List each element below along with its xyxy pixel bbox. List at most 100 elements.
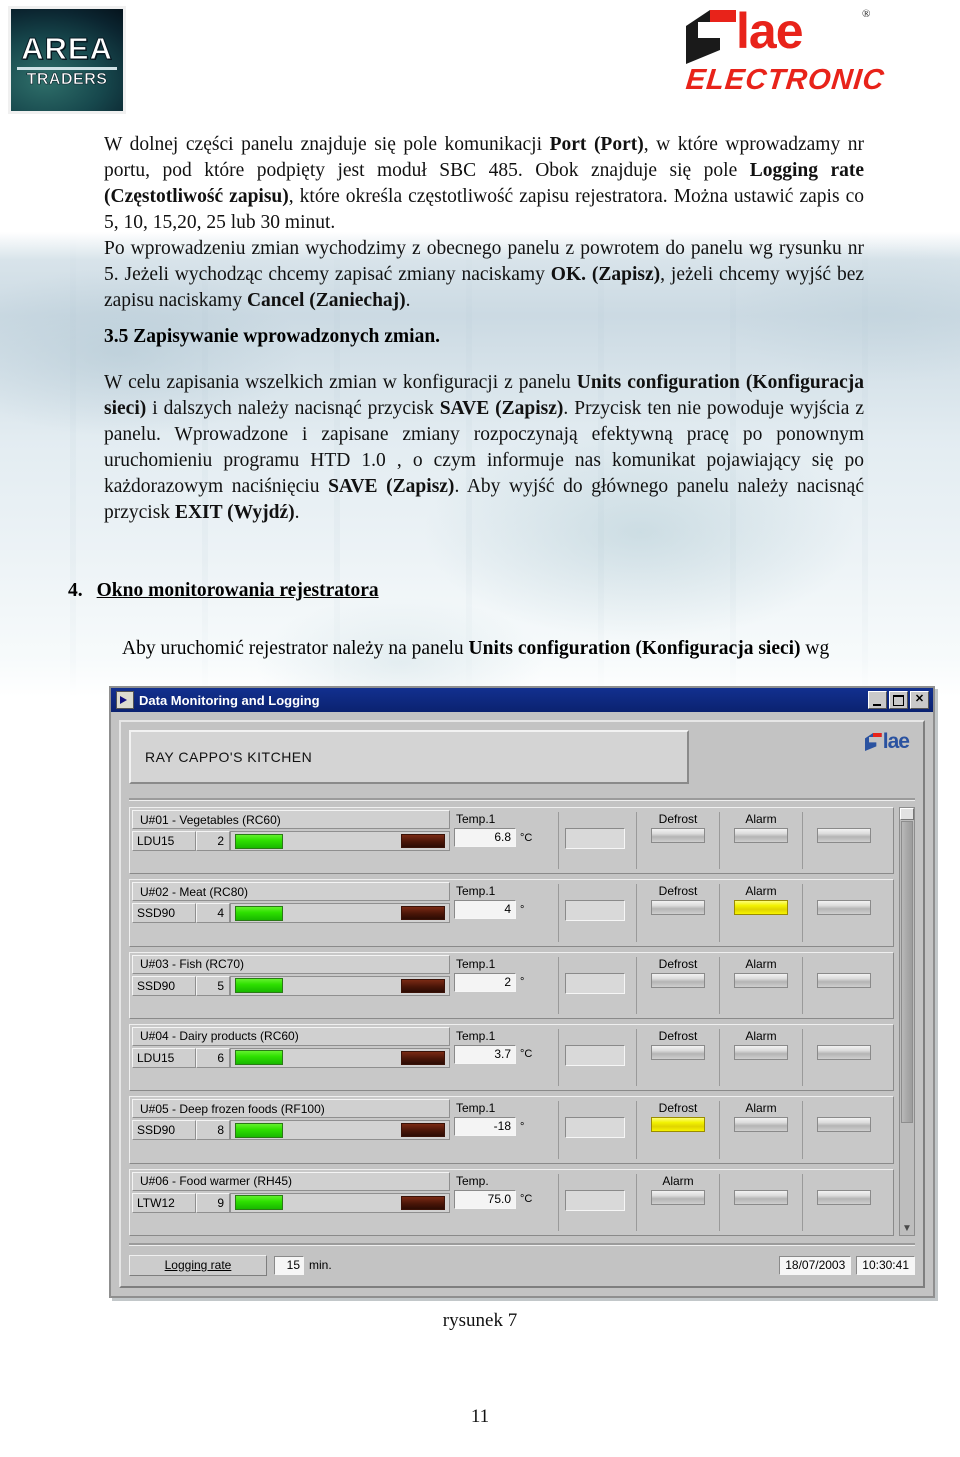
unit-identity-block: U#04 - Dairy products (RC60) LDU15 6 [132,1026,450,1088]
p2-bold-ok: OK. (Zapisz) [550,264,661,285]
units-vertical-scrollbar[interactable]: ▼ [899,807,915,1236]
temperature-label: Temp.1 [456,884,496,899]
monitoring-panel: RAY CAPPO'S KITCHEN lae U#01 - Vegetable… [119,720,925,1288]
unit-name[interactable]: U#04 - Dairy products (RC60) [132,1026,450,1046]
indicator-label: Defrost [658,1101,698,1116]
maximize-button[interactable] [889,691,908,709]
temperature-value: 75.0 [454,1189,516,1209]
indicator-defrost: Defrost [643,1027,713,1088]
indicator-lamp-icon[interactable] [817,900,871,916]
logging-rate-value[interactable]: 15 [274,1255,304,1275]
button-separator [802,1173,803,1231]
secondary-value-field [565,972,625,994]
unit-model: LDU15 [132,831,196,851]
indicator-lamp-icon[interactable] [651,972,705,988]
panel-lae-arrow-icon [864,733,882,751]
unit-row: U#02 - Meat (RC80) SSD90 4 Temp.1 4 ° Defrost A… [129,879,894,947]
section-4-title: Okno monitorowania rejestratora [96,580,379,601]
button-separator [719,1173,720,1231]
temperature-label: Temp.1 [456,812,496,826]
p2-bold-cancel: Cancel (Zaniechaj) [246,290,406,311]
indicator-lamp-icon[interactable] [817,1189,871,1205]
maximize-icon [893,695,904,706]
power-led-icon [235,833,283,849]
indicator-lamp-icon[interactable] [651,828,705,843]
indicator-lamp-icon[interactable] [817,972,871,988]
paragraph-3: W celu zapisania wszelkich zmian w konfi… [104,370,864,526]
panel-header-row: RAY CAPPO'S KITCHEN lae [129,730,915,794]
indicator-lamp-icon[interactable] [651,1117,705,1133]
window-titlebar: Data Monitoring and Logging ✕ [111,688,933,712]
paragraph-1: W dolnej części panelu znajduje się pole… [104,132,864,236]
panel-lae-wordmark: lae [882,730,910,753]
close-button[interactable]: ✕ [910,691,929,709]
indicator-unlabeled [809,955,879,1016]
unit-temperature-block: Temp. 75.0 °C [450,1172,628,1233]
p4-text-2: wg [800,638,830,659]
application-window-screenshot: Data Monitoring and Logging ✕ RAY CAPPO'… [109,686,935,1298]
unit-detail-row: SSD90 4 [132,903,450,924]
indicator-lamp-icon[interactable] [651,900,705,916]
indicator-unlabeled [809,1172,879,1233]
heater-led-icon [401,1123,445,1138]
site-name-field[interactable]: RAY CAPPO'S KITCHEN [129,730,689,784]
minimize-button[interactable] [868,691,887,709]
unit-temperature-block: Temp.1 3.7 °C [450,1027,628,1088]
temperature-value: 2 [454,972,516,992]
indicator-defrost: Defrost [643,1099,713,1160]
power-led-icon [235,1050,283,1066]
indicator-lamp-icon[interactable] [734,828,788,843]
indicator-lamp-icon[interactable] [817,1117,871,1133]
units-scroll-area: U#01 - Vegetables (RC60) LDU15 2 Temp.1 6.8 °… [129,807,915,1236]
document-body: W dolnej części panelu znajduje się pole… [104,132,864,526]
unit-status-indicators [230,1192,450,1213]
heater-led-icon [401,1050,445,1065]
button-separator [802,884,803,942]
indicator-alarm: Alarm [726,955,796,1016]
scrollbar-thumb[interactable] [901,821,913,1123]
unit-identity-block: U#06 - Food warmer (RH45) LTW12 9 [132,1171,450,1233]
area-traders-logo-line1: AREA [21,30,113,66]
indicator-lamp-icon[interactable] [817,1044,871,1060]
unit-name[interactable]: U#06 - Food warmer (RH45) [132,1171,450,1191]
indicator-lamp-icon[interactable] [734,1117,788,1133]
unit-name[interactable]: U#01 - Vegetables (RC60) [132,810,450,829]
unit-model: LTW12 [132,1192,196,1213]
unit-status-indicators [230,831,450,851]
scrollbar-track[interactable] [900,1123,914,1221]
logging-rate-button[interactable]: Logging rate [129,1254,267,1276]
unit-name[interactable]: U#03 - Fish (RC70) [132,954,450,974]
indicator-lamp-icon[interactable] [734,900,788,916]
lae-electronic-logo: lae ® ELECTRONIC [680,6,886,108]
unit-detail-row: SSD90 5 [132,975,450,996]
indicator-alarm: Alarm [726,1027,796,1088]
scrollbar-up-button[interactable] [900,808,914,820]
indicator-lamp-icon[interactable] [817,828,871,843]
unit-row: U#06 - Food warmer (RH45) LTW12 9 Temp. 75.0… [129,1168,894,1236]
p4-bold-units-config: Units configuration (Konfiguracja sieci) [468,638,801,659]
scrollbar-down-button[interactable]: ▼ [900,1221,914,1235]
temperature-cell: Temp.1 3.7 °C [454,1027,552,1088]
unit-temperature-block: Temp.1 6.8 °C [450,810,628,871]
unit-name[interactable]: U#02 - Meat (RC80) [132,882,450,902]
unit-model: SSD90 [132,975,196,996]
unit-address: 9 [196,1192,230,1213]
indicator-lamp-icon[interactable] [734,972,788,988]
indicator-lamp-icon[interactable] [734,1044,788,1060]
indicator-lamp-icon[interactable] [651,1044,705,1060]
temperature-value: 4 [454,900,516,920]
column-separator [558,956,559,1014]
unit-address: 6 [196,1047,230,1068]
indicator-alarm: Alarm [726,1099,796,1160]
indicator-lamp-icon[interactable] [734,1189,788,1205]
indicator-label: Alarm [745,1101,777,1116]
indicator-unlabeled [809,882,879,943]
unit-indicator-buttons: Alarm [628,1172,891,1233]
area-traders-logo-divider [17,66,117,70]
unit-model: SSD90 [132,903,196,924]
page-number: 11 [470,1406,490,1427]
unit-name[interactable]: U#05 - Deep frozen foods (RF100) [132,1099,450,1119]
figure-caption: rysunek 7 [442,1310,518,1331]
button-separator [636,1173,637,1231]
indicator-lamp-icon[interactable] [651,1189,705,1205]
